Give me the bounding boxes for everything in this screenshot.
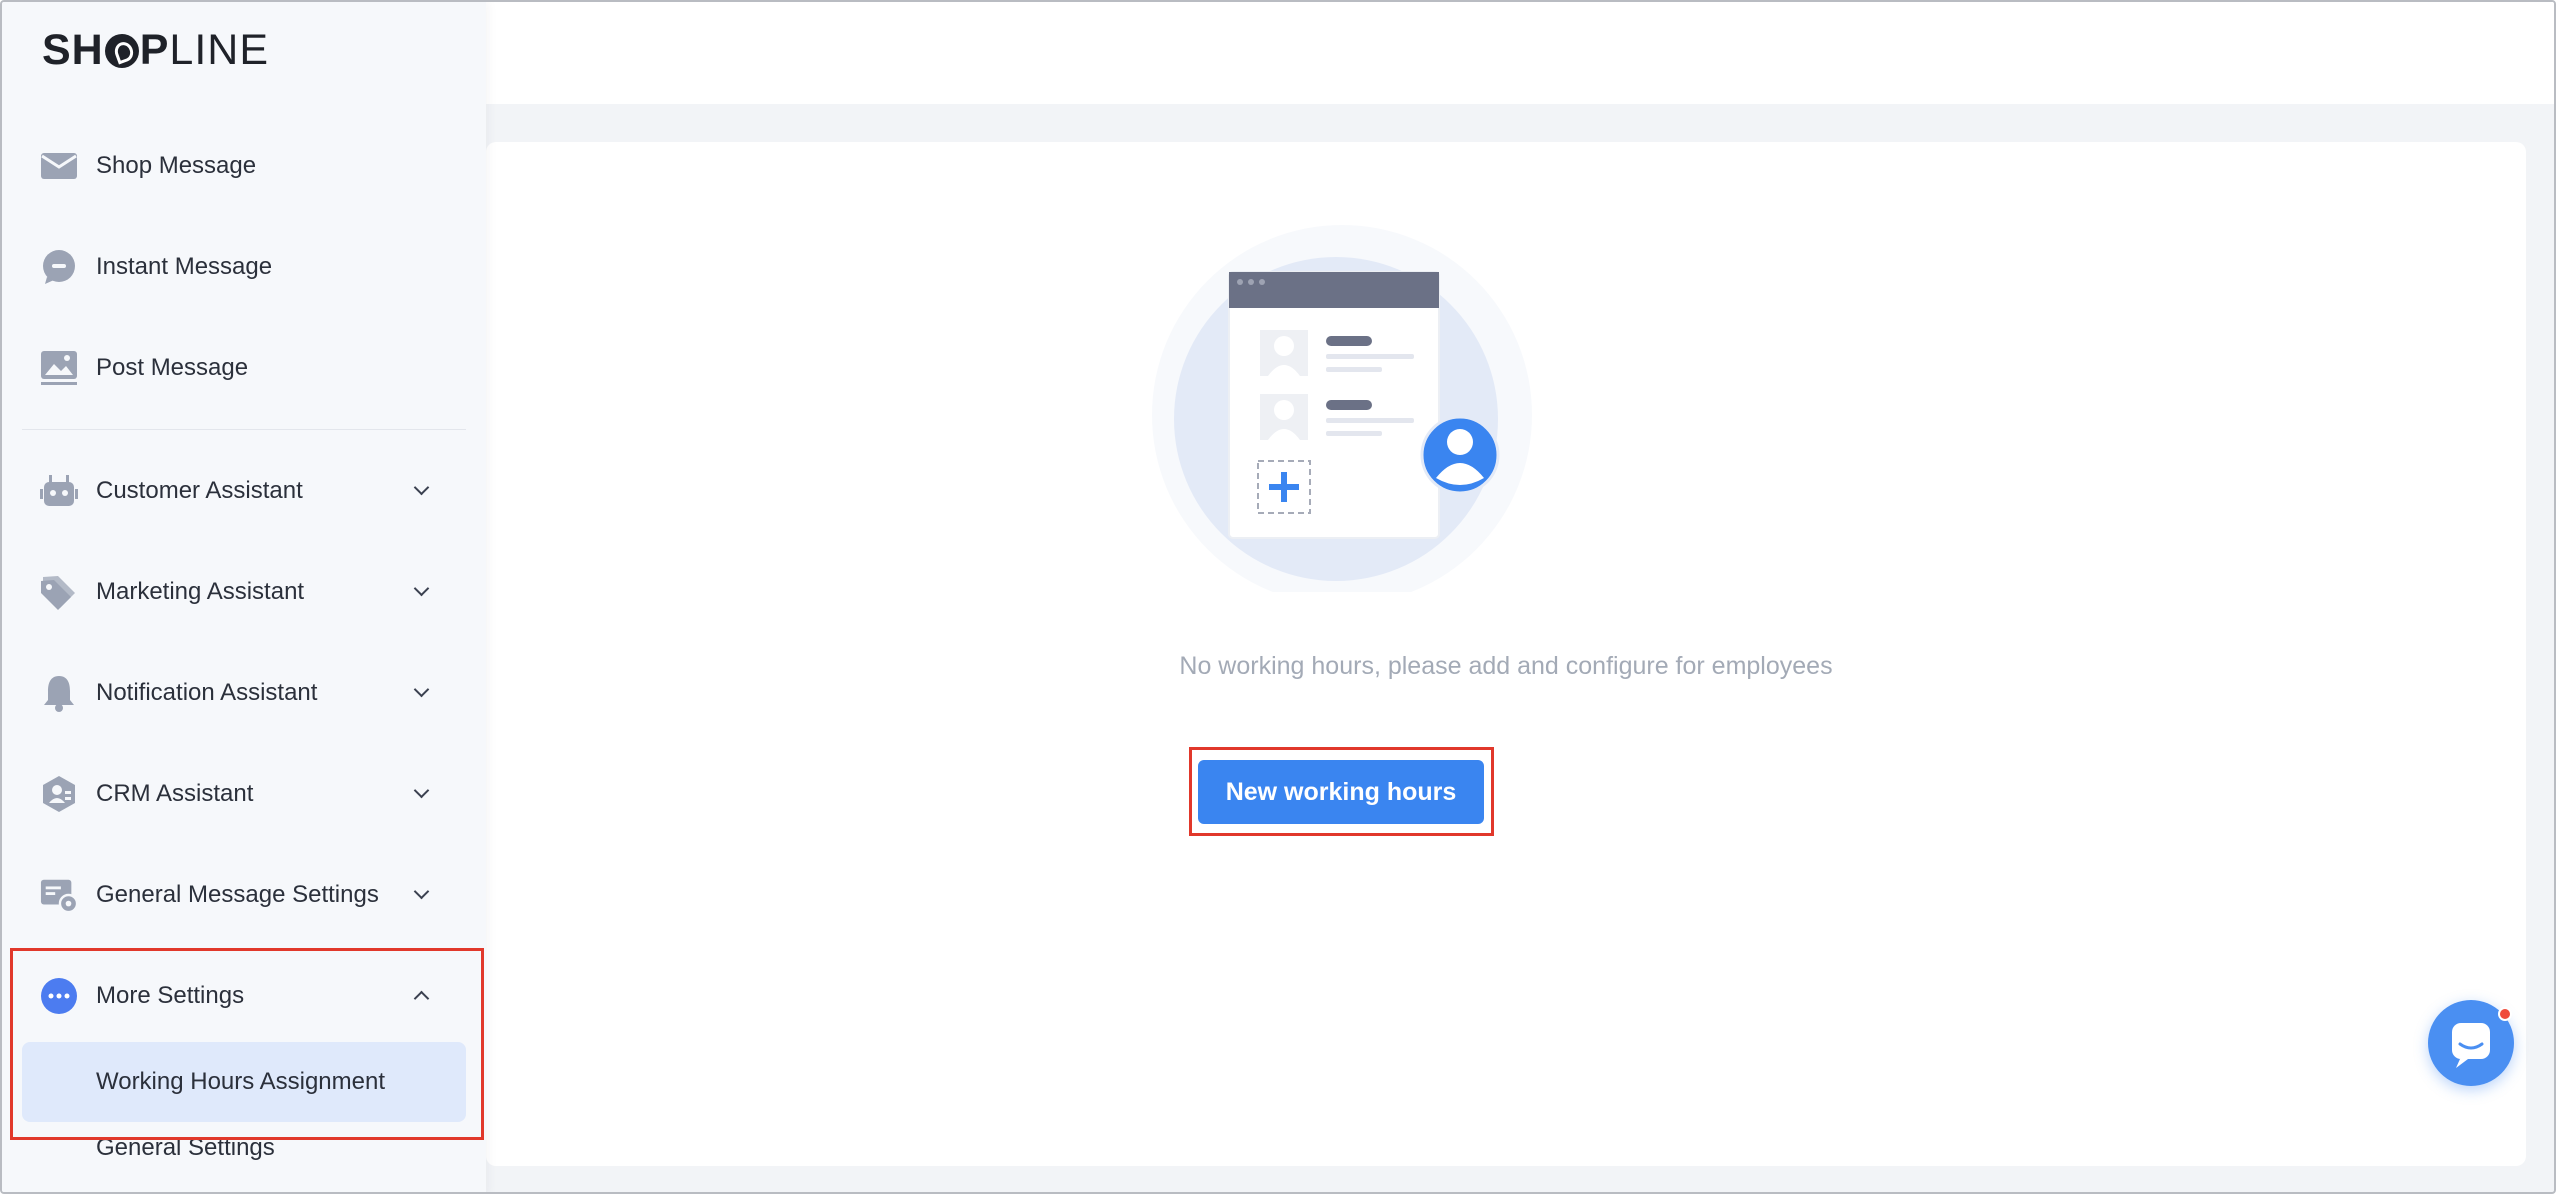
chevron-down-icon — [414, 584, 428, 598]
sidebar-item-label: Marketing Assistant — [96, 578, 305, 605]
top-bar — [486, 2, 2554, 104]
sidebar-item-label: More Settings — [96, 982, 245, 1009]
sidebar-item-customer-assistant[interactable]: Customer Assistant — [22, 451, 466, 531]
sidebar-item-notification-assistant[interactable]: Notification Assistant — [22, 653, 466, 733]
sidebar-item-marketing-assistant[interactable]: Marketing Assistant — [22, 552, 466, 632]
sidebar-item-shop-message[interactable]: Shop Message — [22, 126, 466, 206]
sidebar-item-general-message-settings[interactable]: General Message Settings — [22, 855, 466, 935]
chevron-down-icon — [414, 685, 428, 699]
more-dots-icon — [40, 978, 78, 1014]
sidebar-item-label: CRM Assistant — [96, 780, 254, 807]
chevron-down-icon — [414, 483, 428, 497]
chevron-up-icon — [414, 988, 428, 1002]
sidebar-item-label: General Message Settings — [96, 881, 379, 908]
sidebar-item-crm-assistant[interactable]: CRM Assistant — [22, 754, 466, 834]
image-post-icon — [40, 350, 78, 386]
new-working-hours-button[interactable]: New working hours — [1198, 760, 1484, 824]
chat-bubble-icon — [40, 249, 78, 285]
sidebar-item-label: Notification Assistant — [96, 679, 318, 706]
envelope-icon — [40, 148, 78, 184]
logo-o-mark-icon — [104, 34, 139, 68]
app-window: No working hours, please add and configu… — [0, 0, 2556, 1194]
sidebar-item-more-settings[interactable]: More Settings — [22, 956, 466, 1036]
sidebar-item-label: Shop Message — [96, 152, 257, 179]
sidebar-subitem-general-settings[interactable]: General Settings — [22, 1128, 466, 1192]
sidebar-item-label: Instant Message — [96, 253, 273, 280]
robot-icon — [40, 473, 78, 509]
sidebar-divider — [22, 429, 466, 430]
notification-dot — [2498, 1007, 2512, 1021]
bell-icon — [40, 675, 78, 712]
user-avatar-icon — [1420, 415, 1500, 495]
chevron-down-icon — [414, 887, 428, 901]
sidebar: SH P LINE Shop Message Instant Message Pos… — [2, 2, 486, 1192]
sidebar-item-label: Customer Assistant — [96, 477, 303, 504]
empty-state-message: No working hours, please add and configu… — [1179, 652, 1833, 680]
message-settings-icon — [40, 877, 78, 913]
sidebar-item-post-message[interactable]: Post Message — [22, 328, 466, 408]
user-hexagon-icon — [40, 776, 78, 812]
sidebar-subitem-label: General Settings — [96, 1134, 275, 1161]
empty-state-illustration — [1152, 225, 1532, 592]
shopline-logo[interactable]: SH P LINE — [42, 26, 269, 74]
price-tag-icon — [40, 574, 78, 610]
sidebar-item-label: Post Message — [96, 354, 249, 381]
sidebar-item-instant-message[interactable]: Instant Message — [22, 227, 466, 307]
chevron-down-icon — [414, 786, 428, 800]
